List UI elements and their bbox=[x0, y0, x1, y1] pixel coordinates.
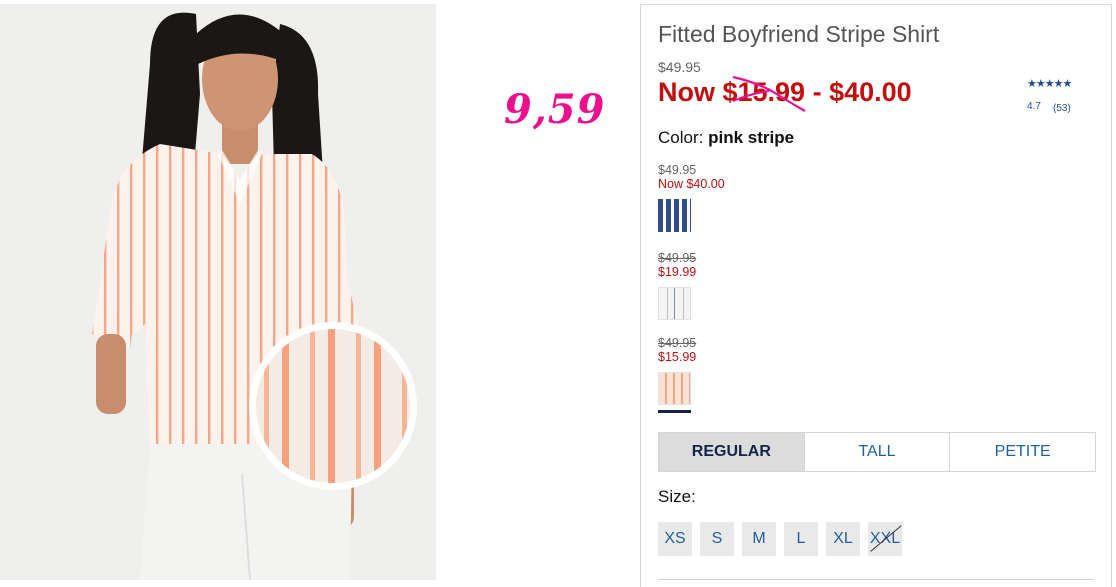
model-photo-illustration bbox=[92, 12, 417, 580]
product-image[interactable] bbox=[0, 4, 436, 580]
rating-value: 4.7 bbox=[1027, 101, 1041, 112]
color-swatch-navy-stripe[interactable] bbox=[658, 199, 691, 232]
size-s-button[interactable]: S bbox=[700, 522, 734, 556]
color-label: Color: bbox=[658, 128, 704, 147]
swatch-sale-price: $19.99 bbox=[658, 265, 697, 279]
swatch-group-gray: $49.95 $19.99 bbox=[658, 251, 696, 320]
color-swatch-gray-stripe[interactable] bbox=[658, 287, 691, 320]
size-m-button[interactable]: M bbox=[742, 522, 776, 556]
swatch-sale-price: $15.99 bbox=[658, 350, 697, 364]
size-label: Size: bbox=[658, 487, 696, 506]
product-title: Fitted Boyfriend Stripe Shirt bbox=[658, 21, 940, 47]
selected-swatch-indicator bbox=[658, 410, 691, 413]
color-selection-label: Color: pink stripe bbox=[658, 128, 794, 148]
product-details-panel: Fitted Boyfriend Stripe Shirt $49.95 Now… bbox=[640, 4, 1112, 587]
tab-regular[interactable]: REGULAR bbox=[659, 433, 804, 471]
swatch-group-navy: $49.95 Now $40.00 bbox=[658, 163, 725, 232]
review-count[interactable]: (53) bbox=[1053, 103, 1071, 114]
fit-tabs: REGULAR TALL PETITE bbox=[658, 432, 1096, 472]
rating-widget[interactable]: ★★★★★ 4.7 (53) bbox=[1027, 77, 1072, 114]
swatch-sale-price: Now $40.00 bbox=[658, 177, 725, 191]
size-xxl-button[interactable]: XXL bbox=[868, 522, 902, 556]
color-swatch-pink-stripe[interactable] bbox=[658, 372, 691, 405]
size-xl-button[interactable]: XL bbox=[826, 522, 860, 556]
rating-stars-icon: ★★★★★ bbox=[1027, 78, 1072, 90]
original-price: $49.95 bbox=[658, 59, 701, 75]
size-xs-button[interactable]: XS bbox=[658, 522, 692, 556]
size-options: XS S M L XL XXL bbox=[658, 522, 902, 556]
tab-tall[interactable]: TALL bbox=[803, 433, 950, 471]
scribble-strike-annotation bbox=[732, 75, 806, 112]
divider bbox=[658, 579, 1094, 580]
swatch-original-price: $49.95 bbox=[658, 163, 697, 177]
tab-petite[interactable]: PETITE bbox=[949, 433, 1095, 471]
color-value: pink stripe bbox=[708, 128, 795, 147]
swatch-original-price: $49.95 bbox=[658, 336, 697, 350]
handwritten-price-annotation: 9,59 bbox=[504, 86, 606, 133]
swatch-group-pink: $49.95 $15.99 bbox=[658, 336, 696, 413]
size-l-button[interactable]: L bbox=[784, 522, 818, 556]
swatch-original-price: $49.95 bbox=[658, 251, 697, 265]
